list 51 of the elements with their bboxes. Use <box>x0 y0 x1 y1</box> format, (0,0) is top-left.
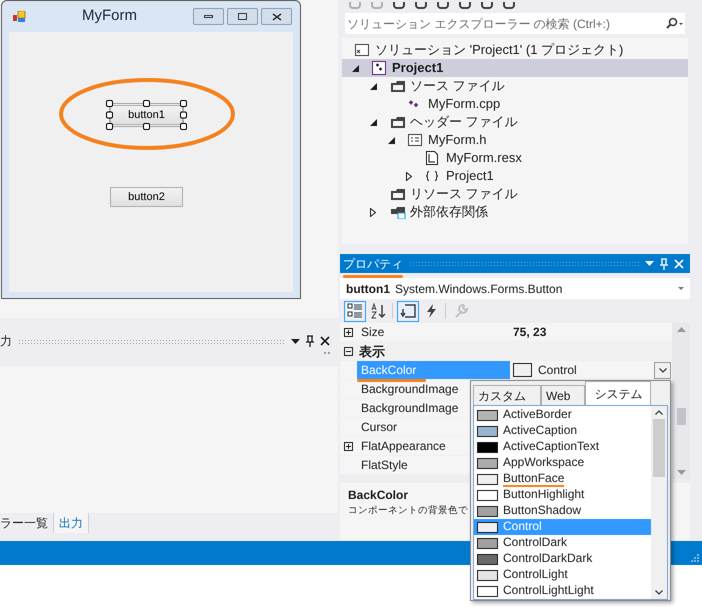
color-list-item[interactable]: ActiveCaptionText <box>474 439 651 455</box>
color-name: Control <box>503 520 542 534</box>
object-selector[interactable]: button1 System.Windows.Forms.Button <box>340 278 690 299</box>
tree-item[interactable]: MyForm.resx <box>342 149 688 167</box>
tree-item[interactable]: 外部依存関係 <box>342 203 688 221</box>
panel-title: プロパティ <box>343 254 403 272</box>
description-text: コンポーネントの背景色で <box>348 504 468 518</box>
color-name: ActiveBorder <box>503 408 572 422</box>
color-list-item[interactable]: ButtonHighlight <box>474 487 651 503</box>
color-list-item[interactable]: AppWorkspace <box>474 455 651 471</box>
popup-tab[interactable]: システム <box>585 381 652 405</box>
window-title: MyForm <box>82 6 137 26</box>
object-name: button1 <box>346 280 390 298</box>
color-list-item[interactable]: ActiveCaption <box>474 423 651 439</box>
object-type: System.Windows.Forms.Button <box>395 280 562 298</box>
color-name: ButtonFace <box>503 472 564 486</box>
color-name: ControlLightLight <box>503 584 594 598</box>
tree-item[interactable]: Project1 <box>342 59 688 77</box>
tree-item[interactable]: MyForm.cpp <box>342 95 688 113</box>
panel-tab[interactable]: 出力 <box>54 513 89 533</box>
tree-item[interactable]: ソース ファイル <box>342 77 688 95</box>
color-name: ControlDark <box>503 536 568 550</box>
tree-item[interactable]: ヘッダー ファイル <box>342 113 688 131</box>
color-name: ButtonHighlight <box>503 488 584 502</box>
color-name: ControlDarkDark <box>503 552 592 566</box>
color-list-item[interactable]: ControlDarkDark <box>474 551 651 567</box>
color-list-item[interactable]: ButtonShadow <box>474 503 651 519</box>
panel-title: 力 <box>0 333 12 350</box>
color-name: ControlLight <box>503 568 568 582</box>
color-name: ButtonShadow <box>503 504 582 518</box>
color-list-item[interactable]: ControlLightLight <box>474 583 651 599</box>
color-list-item[interactable]: ControlDark <box>474 535 651 551</box>
color-name: ActiveCaptionText <box>503 440 600 454</box>
property-name[interactable]: Size <box>357 323 510 341</box>
search-field[interactable]: ソリューション エクスプローラー の検索 (Ctrl+:) <box>345 13 685 34</box>
description-title: BackColor <box>348 487 408 504</box>
popup-tab[interactable]: Web <box>541 385 586 405</box>
color-list-item[interactable]: ButtonFace <box>474 471 651 487</box>
color-list-item[interactable]: ControlLight <box>474 567 651 583</box>
property-value: 75, 23 <box>513 324 546 341</box>
popup-tab[interactable]: カスタム <box>473 385 541 405</box>
color-list-item[interactable]: ActiveBorder <box>474 407 651 423</box>
form-button[interactable]: button1 <box>110 105 183 125</box>
tree-item[interactable]: リソース ファイル <box>342 185 688 203</box>
category-label: 表示 <box>358 342 385 361</box>
color-name: AppWorkspace <box>503 456 584 470</box>
tree-item[interactable]: Project1 <box>342 167 688 185</box>
tree-item[interactable]: ソリューション 'Project1' (1 プロジェクト) <box>342 41 688 59</box>
tree-item[interactable]: MyForm.h <box>342 131 688 149</box>
color-name: ActiveCaption <box>503 424 578 438</box>
form-button[interactable]: button2 <box>110 187 183 207</box>
